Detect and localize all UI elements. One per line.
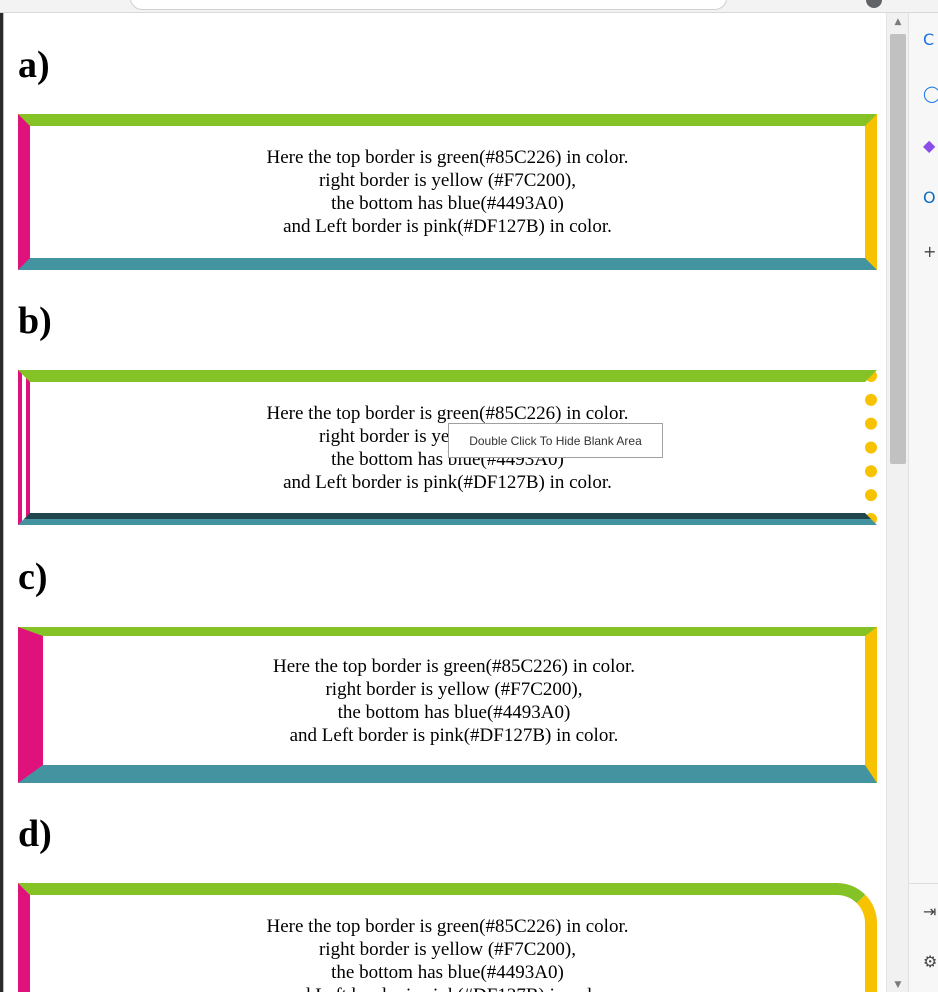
- scroll-up-arrow-icon[interactable]: ▲: [893, 17, 903, 27]
- demo-line: right border is yellow (#F7C200),: [318, 170, 576, 191]
- demo-text-a: Here the top border is green(#85C226) in…: [267, 146, 629, 238]
- demo-line: and Left border is pink(#DF127B) in colo…: [283, 471, 612, 493]
- demo-line: Here the top border is green(#85C226) in…: [273, 655, 635, 677]
- demo-text-c: Here the top border is green(#85C226) in…: [273, 655, 635, 747]
- section-label-a: a): [18, 44, 50, 86]
- scroll-down-arrow-icon[interactable]: ▼: [893, 980, 903, 990]
- demo-line: the bottom has blue(#4493A0): [331, 962, 564, 983]
- copilot-icon[interactable]: C: [923, 31, 938, 49]
- demo-line: right border is yellow (#F7C200),: [325, 678, 583, 700]
- demo-line: the bottom has blue(#4493A0): [337, 701, 571, 723]
- settings-icon[interactable]: ⚙: [923, 953, 938, 971]
- hide-blank-area-tooltip[interactable]: Double Click To Hide Blank Area: [448, 423, 663, 458]
- add-icon[interactable]: +: [923, 243, 938, 261]
- scrollbar-thumb[interactable]: [890, 34, 906, 464]
- demo-line: the bottom has blue(#4493A0): [331, 193, 564, 214]
- demo-text-d: Here the top border is green(#85C226) in…: [267, 915, 629, 992]
- demo-line: and Left border is pink(#DF127B) in colo…: [267, 984, 629, 992]
- vertical-scrollbar[interactable]: ▲ ▼: [886, 13, 908, 992]
- section-label-c: c): [18, 556, 48, 598]
- sidebar-divider: [909, 883, 938, 884]
- designer-icon[interactable]: ◆: [923, 137, 938, 155]
- profile-icon[interactable]: [866, 0, 882, 8]
- section-label-d: d): [18, 813, 52, 855]
- address-bar[interactable]: [130, 0, 727, 10]
- border-demo-box-c: Here the top border is green(#85C226) in…: [18, 627, 877, 783]
- chat-icon[interactable]: ◯: [923, 85, 938, 103]
- demo-line: and Left border is pink(#DF127B) in colo…: [289, 724, 619, 746]
- section-label-b: b): [18, 300, 52, 342]
- demo-line: Here the top border is green(#85C226) in…: [266, 916, 629, 937]
- browser-top-strip: [0, 0, 938, 13]
- border-demo-box-d: Here the top border is green(#85C226) in…: [18, 883, 877, 992]
- demo-line: Here the top border is green(#85C226) in…: [266, 147, 629, 168]
- browser-sidebar: C ◯ ◆ O + ⇥ ⚙: [908, 13, 938, 992]
- hide-sidebar-icon[interactable]: ⇥: [923, 903, 938, 921]
- demo-line: Here the top border is green(#85C226) in…: [266, 402, 629, 424]
- outlook-icon[interactable]: O: [923, 189, 938, 207]
- border-demo-box-a: Here the top border is green(#85C226) in…: [18, 114, 877, 270]
- page-content: a) Here the top border is green(#85C226)…: [4, 13, 886, 992]
- demo-line: right border is yellow (#F7C200),: [318, 939, 576, 960]
- demo-line: and Left border is pink(#DF127B) in colo…: [283, 216, 612, 237]
